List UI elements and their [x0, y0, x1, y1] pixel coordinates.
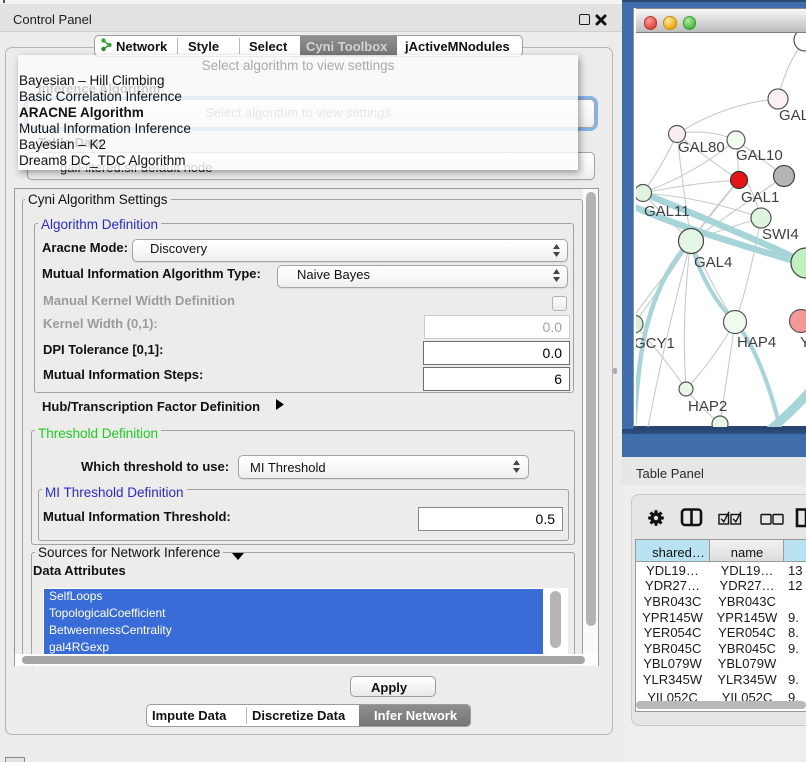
svg-text:GAL80: GAL80: [678, 139, 725, 156]
svg-text:GAL4: GAL4: [694, 254, 732, 271]
svg-text:Y: Y: [800, 334, 806, 351]
svg-text:SWI4: SWI4: [762, 226, 799, 243]
svg-text:GCY1: GCY1: [636, 335, 675, 352]
svg-text:HAP4: HAP4: [737, 334, 776, 351]
svg-text:GAL1: GAL1: [741, 189, 779, 206]
svg-text:HAP2: HAP2: [688, 398, 727, 415]
svg-text:GAL: GAL: [779, 107, 806, 124]
svg-text:GAL11: GAL11: [644, 203, 690, 220]
svg-text:GAL10: GAL10: [736, 147, 783, 164]
